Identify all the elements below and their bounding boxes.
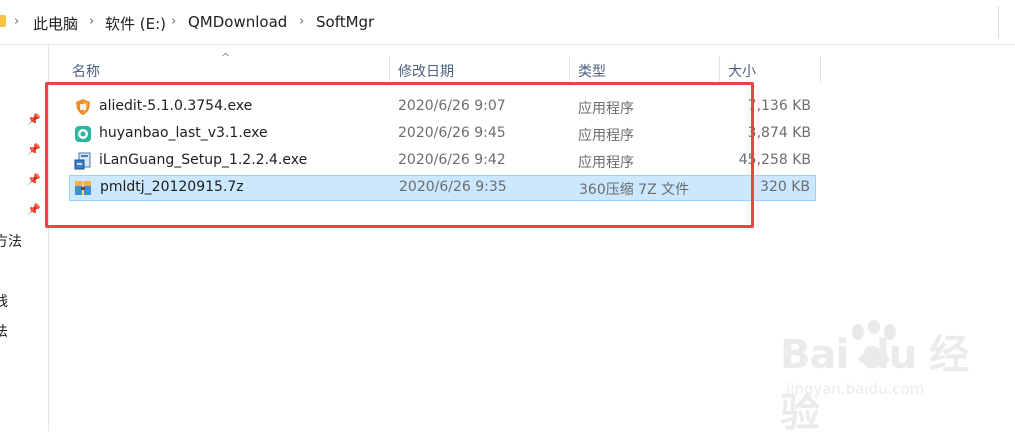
breadcrumb-this-pc[interactable]: 此电脑 [33, 13, 78, 34]
breadcrumb-drive-e[interactable]: 软件 (E:) [105, 13, 166, 34]
breadcrumb-qmdownload[interactable]: QMDownload [188, 13, 287, 31]
file-size: 320 KB [760, 179, 810, 195]
pin-icon[interactable]: 📌 [27, 143, 41, 156]
column-header-name[interactable]: 名称 [63, 56, 390, 84]
column-label: 类型 [578, 64, 606, 80]
column-header-date[interactable]: 修改日期 [389, 56, 570, 84]
highlight-box [45, 82, 754, 228]
chevron-right-icon: › [14, 14, 20, 29]
file-size: 3,874 KB [747, 125, 811, 141]
column-header-size[interactable]: 大小 [719, 56, 821, 84]
baidu-jingyan-watermark: Bai du 经验 jingyan.baidu.com [780, 318, 980, 436]
pin-icon[interactable]: 📌 [27, 113, 41, 126]
breadcrumb-softmgr[interactable]: SoftMgr [316, 13, 374, 31]
nav-item-label[interactable]: 法 [0, 321, 8, 341]
column-header-type[interactable]: 类型 [569, 56, 720, 84]
address-bar[interactable]: › 此电脑 › 软件 (E:) › QMDownload › SoftMgr [0, 0, 1015, 45]
pin-icon[interactable]: 📌 [27, 173, 41, 186]
nav-item-label[interactable]: 方法 [0, 231, 22, 251]
folder-icon [0, 15, 6, 27]
refresh-button[interactable] [998, 6, 1015, 38]
watermark-url: jingyan.baidu.com [786, 380, 925, 398]
column-label: 修改日期 [398, 64, 454, 80]
file-size: 7,136 KB [747, 98, 811, 114]
column-label: 名称 [72, 64, 100, 80]
pin-icon[interactable]: 📌 [27, 203, 41, 216]
chevron-right-icon: › [89, 14, 95, 29]
chevron-right-icon: › [299, 14, 305, 29]
nav-item-label[interactable]: 线 [0, 291, 8, 311]
column-label: 大小 [728, 64, 756, 80]
chevron-right-icon: › [171, 14, 177, 29]
navigation-pane: 📌 📌 📌 📌 方法 线 法 [0, 45, 49, 431]
